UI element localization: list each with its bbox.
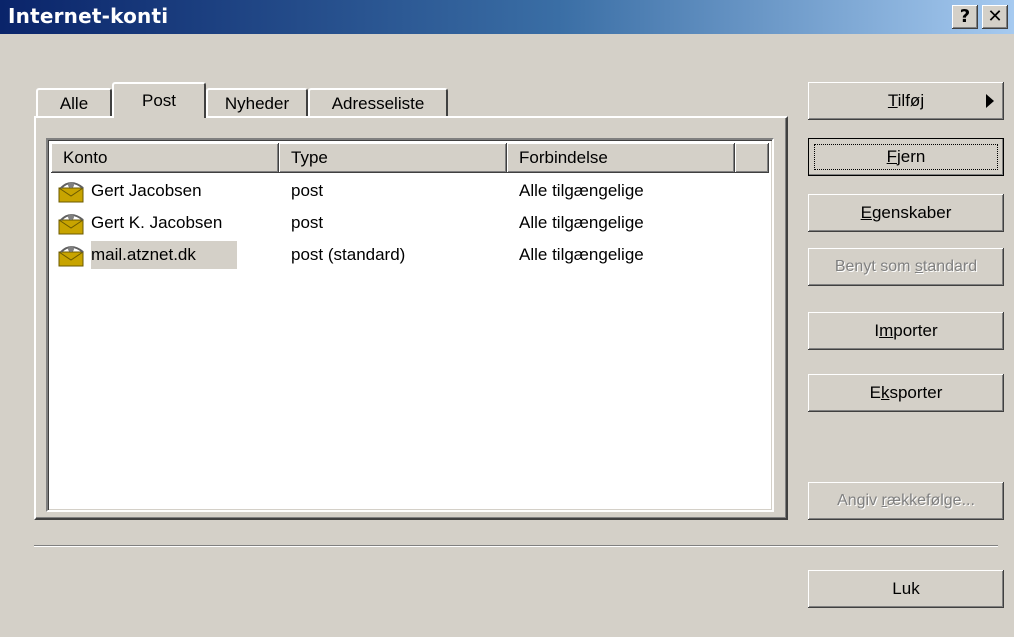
properties-label-post: genskaber bbox=[871, 203, 952, 222]
export-label-pre: E bbox=[869, 383, 881, 402]
properties-button[interactable]: Egenskaber bbox=[808, 194, 1004, 232]
set-default-button[interactable]: Benyt som standard bbox=[808, 248, 1004, 286]
set-default-label-post: tandard bbox=[922, 258, 978, 275]
set-order-label-post: ækkefølge... bbox=[886, 492, 975, 509]
list-item[interactable]: Gert Jacobsen post Alle tilgængelige bbox=[51, 175, 769, 207]
account-connection: Alle tilgængelige bbox=[519, 181, 644, 200]
account-connection: Alle tilgængelige bbox=[519, 213, 644, 232]
import-button[interactable]: Importer bbox=[808, 312, 1004, 350]
export-button[interactable]: Eksporter bbox=[808, 374, 1004, 412]
tab-post[interactable]: Post bbox=[112, 82, 206, 118]
account-name: Gert Jacobsen bbox=[91, 181, 202, 200]
mail-account-icon bbox=[57, 212, 87, 236]
export-label-post: sporter bbox=[889, 383, 943, 402]
column-header-konto[interactable]: Konto bbox=[51, 143, 279, 173]
mail-account-icon bbox=[57, 244, 87, 268]
column-header-type[interactable]: Type bbox=[279, 143, 507, 173]
account-rows: Gert Jacobsen post Alle tilgængelige Gert K… bbox=[51, 175, 769, 271]
tab-alle[interactable]: Alle bbox=[36, 88, 112, 116]
list-item[interactable]: mail.atznet.dk post (standard) Alle tilgæn… bbox=[51, 239, 769, 271]
column-header-blank bbox=[735, 143, 769, 173]
add-label-key: T bbox=[887, 91, 898, 110]
add-label-post: ilføj bbox=[897, 91, 925, 110]
account-name: mail.atznet.dk bbox=[91, 245, 196, 264]
separator bbox=[34, 545, 998, 547]
tab-nyheder[interactable]: Nyheder bbox=[206, 88, 308, 116]
properties-label-key: E bbox=[860, 203, 872, 222]
account-connection: Alle tilgængelige bbox=[519, 245, 644, 264]
account-type: post bbox=[291, 181, 324, 200]
import-label-key: m bbox=[879, 321, 894, 340]
column-header-forbindelse[interactable]: Forbindelse bbox=[507, 143, 735, 173]
set-order-button[interactable]: Angiv rækkefølge... bbox=[808, 482, 1004, 520]
account-list[interactable]: Konto Type Forbindelse Gert Jacobsen post… bbox=[46, 138, 774, 512]
set-default-label-pre: Benyt som bbox=[834, 258, 915, 275]
remove-button[interactable]: Fjern bbox=[808, 138, 1004, 176]
account-name: Gert K. Jacobsen bbox=[91, 213, 223, 232]
import-label-post: porter bbox=[893, 321, 938, 340]
close-icon[interactable]: ✕ bbox=[982, 5, 1008, 29]
set-default-label-key: s bbox=[914, 258, 923, 275]
focus-ring bbox=[814, 144, 998, 170]
account-type: post (standard) bbox=[291, 245, 406, 264]
set-order-label-pre: Angiv bbox=[837, 492, 882, 509]
account-type: post bbox=[291, 213, 324, 232]
mail-account-icon bbox=[57, 180, 87, 204]
arrow-right-icon bbox=[986, 94, 994, 108]
window-title: Internet-konti bbox=[8, 4, 169, 28]
list-item[interactable]: Gert K. Jacobsen post Alle tilgængelige bbox=[51, 207, 769, 239]
close-button[interactable]: Luk bbox=[808, 570, 1004, 608]
tab-adresseliste[interactable]: Adresseliste bbox=[308, 88, 448, 116]
add-button[interactable]: Tilføj bbox=[808, 82, 1004, 120]
help-button[interactable]: ? bbox=[952, 5, 978, 29]
